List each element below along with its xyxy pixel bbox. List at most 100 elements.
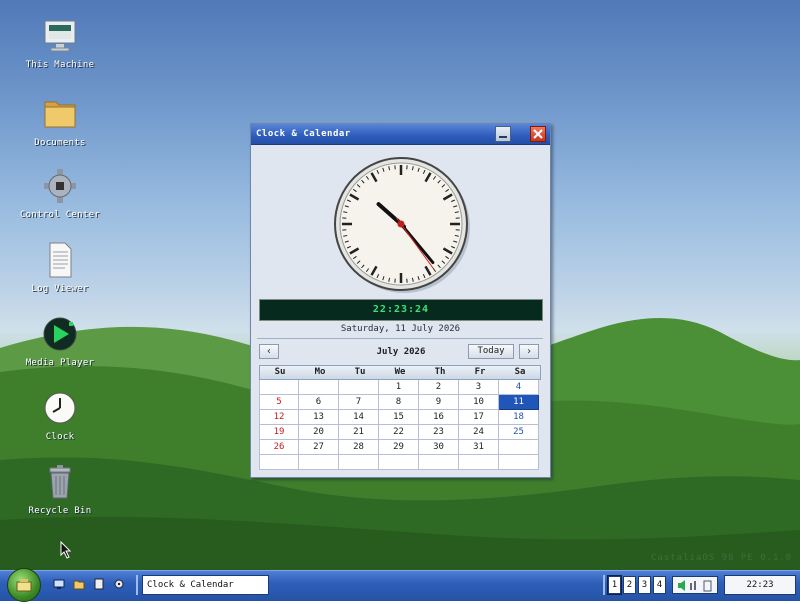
clock-calendar-window: Clock & Calendar 22:23:24 Saturday, 11 J… [250, 123, 551, 478]
calendar-day-cell[interactable]: 17 [459, 410, 499, 425]
clock-icon [43, 390, 77, 430]
calendar-day-cell[interactable]: 28 [339, 440, 379, 455]
calendar-day-cell[interactable]: 6 [299, 395, 339, 410]
chevron-right-icon: › [526, 346, 532, 357]
play-icon [43, 316, 77, 356]
window-title: Clock & Calendar [256, 129, 351, 139]
calendar-empty-cell [259, 455, 299, 470]
calendar-week-row: 19202122232425 [259, 425, 541, 440]
close-icon [531, 127, 545, 141]
calendar-day-cell[interactable]: 20 [299, 425, 339, 440]
close-button[interactable] [530, 126, 546, 142]
minimize-button[interactable] [495, 126, 511, 142]
calendar-day-cell[interactable]: 10 [459, 395, 499, 410]
calendar-day-cell[interactable]: 24 [459, 425, 499, 440]
weekday-label: Sa [500, 366, 540, 379]
calendar-empty-cell [339, 380, 379, 395]
desktop-icon-log-viewer[interactable]: Log Viewer [10, 242, 110, 294]
computer-icon [43, 18, 77, 58]
calendar-day-cell[interactable]: 27 [299, 440, 339, 455]
desktop-icon-media-player[interactable]: Media Player [10, 316, 110, 368]
system-tray [672, 576, 718, 594]
calendar-empty-cell [299, 455, 339, 470]
today-button[interactable]: Today [468, 344, 514, 359]
calendar-day-cell[interactable]: 5 [259, 395, 299, 410]
calendar-day-cell[interactable]: 25 [499, 425, 539, 440]
desktop-icon-recycle-bin[interactable]: Recycle Bin [10, 464, 110, 516]
calendar-day-cell[interactable]: 18 [499, 410, 539, 425]
calendar-day-cell[interactable]: 9 [419, 395, 459, 410]
calendar-day-cell[interactable]: 19 [259, 425, 299, 440]
calendar-day-cell[interactable]: 8 [379, 395, 419, 410]
calendar-day-cell[interactable]: 29 [379, 440, 419, 455]
desktop-icon-label: Log Viewer [31, 284, 88, 294]
calendar-day-cell[interactable]: 26 [259, 440, 299, 455]
calendar-week-row: 567891011 [259, 395, 541, 410]
folder-icon [43, 96, 77, 136]
calendar-week-row: 12131415161718 [259, 410, 541, 425]
network-icon[interactable] [690, 581, 696, 590]
desktop-icon-control-center[interactable]: Control Center [10, 168, 110, 220]
show-desktop-icon[interactable] [53, 578, 65, 590]
calendar-day-cell[interactable]: 15 [379, 410, 419, 425]
trash-icon [43, 464, 77, 504]
taskbar-window-button[interactable]: Clock & Calendar [142, 575, 269, 595]
desktop-icon-this-machine[interactable]: This Machine [10, 18, 110, 70]
workspace-2-button[interactable]: 2 [623, 576, 636, 594]
calendar-day-cell[interactable]: 2 [419, 380, 459, 395]
calendar-empty-cell [299, 380, 339, 395]
calendar-header: ‹ July 2026 Today › [259, 343, 541, 363]
calendar-day-cell[interactable]: 4 [499, 380, 539, 395]
battery-icon[interactable] [704, 581, 711, 591]
weekday-label: Mo [300, 366, 340, 379]
calendar-day-cell[interactable]: 13 [299, 410, 339, 425]
workspace-4-button[interactable]: 4 [653, 576, 666, 594]
calendar-day-cell[interactable]: 31 [459, 440, 499, 455]
weekday-label: Su [260, 366, 300, 379]
workspace-3-button[interactable]: 3 [638, 576, 651, 594]
calendar-empty-cell [259, 380, 299, 395]
calendar-empty-cell [499, 455, 539, 470]
calendar-weeks: 1234567891011121314151617181920212223242… [259, 380, 541, 470]
desktop: This Machine Documents Control Center Lo… [0, 0, 800, 570]
calendar-day-cell[interactable]: 21 [339, 425, 379, 440]
next-month-button[interactable]: › [519, 344, 539, 359]
document-icon[interactable] [93, 578, 105, 590]
workspace-1-button[interactable]: 1 [608, 576, 621, 594]
calendar-day-cell[interactable]: 3 [459, 380, 499, 395]
weekday-label: Fr [460, 366, 500, 379]
desktop-icon-label: This Machine [26, 60, 95, 70]
calendar-week-row: 1234 [259, 380, 541, 395]
desktop-icon-documents[interactable]: Documents [10, 96, 110, 148]
digital-clock-display: 22:23:24 [259, 299, 543, 321]
desktop-icon-label: Documents [34, 138, 85, 148]
calendar-day-cell[interactable]: 1 [379, 380, 419, 395]
volume-icon[interactable] [678, 580, 685, 591]
calendar-day-cell[interactable]: 14 [339, 410, 379, 425]
mouse-cursor-icon [60, 541, 72, 559]
analog-clock [251, 145, 550, 295]
calendar-day-cell[interactable]: 22 [379, 425, 419, 440]
desktop-icon-label: Clock [46, 432, 75, 442]
weekday-label: Tu [340, 366, 380, 379]
calendar-day-cell[interactable]: 23 [419, 425, 459, 440]
divider [257, 338, 543, 339]
calendar-day-cell[interactable]: 16 [419, 410, 459, 425]
start-button[interactable] [7, 568, 41, 602]
taskbar-clock[interactable]: 22:23 [724, 575, 796, 595]
start-logo-icon [8, 569, 40, 601]
desktop-icon-clock[interactable]: Clock [10, 390, 110, 442]
weekday-header-row: Su Mo Tu We Th Fr Sa [259, 365, 541, 380]
taskbar-separator [136, 575, 138, 595]
folder-icon[interactable] [73, 578, 85, 590]
calendar-empty-cell [379, 455, 419, 470]
previous-month-button[interactable]: ‹ [259, 344, 279, 359]
weekday-label: We [380, 366, 420, 379]
calendar-day-cell[interactable]: 12 [259, 410, 299, 425]
document-icon [43, 242, 77, 282]
calendar-day-cell[interactable]: 11 [499, 395, 539, 410]
calendar-day-cell[interactable]: 7 [339, 395, 379, 410]
gear-icon[interactable] [113, 578, 125, 590]
window-titlebar[interactable]: Clock & Calendar [251, 124, 550, 145]
calendar-day-cell[interactable]: 30 [419, 440, 459, 455]
